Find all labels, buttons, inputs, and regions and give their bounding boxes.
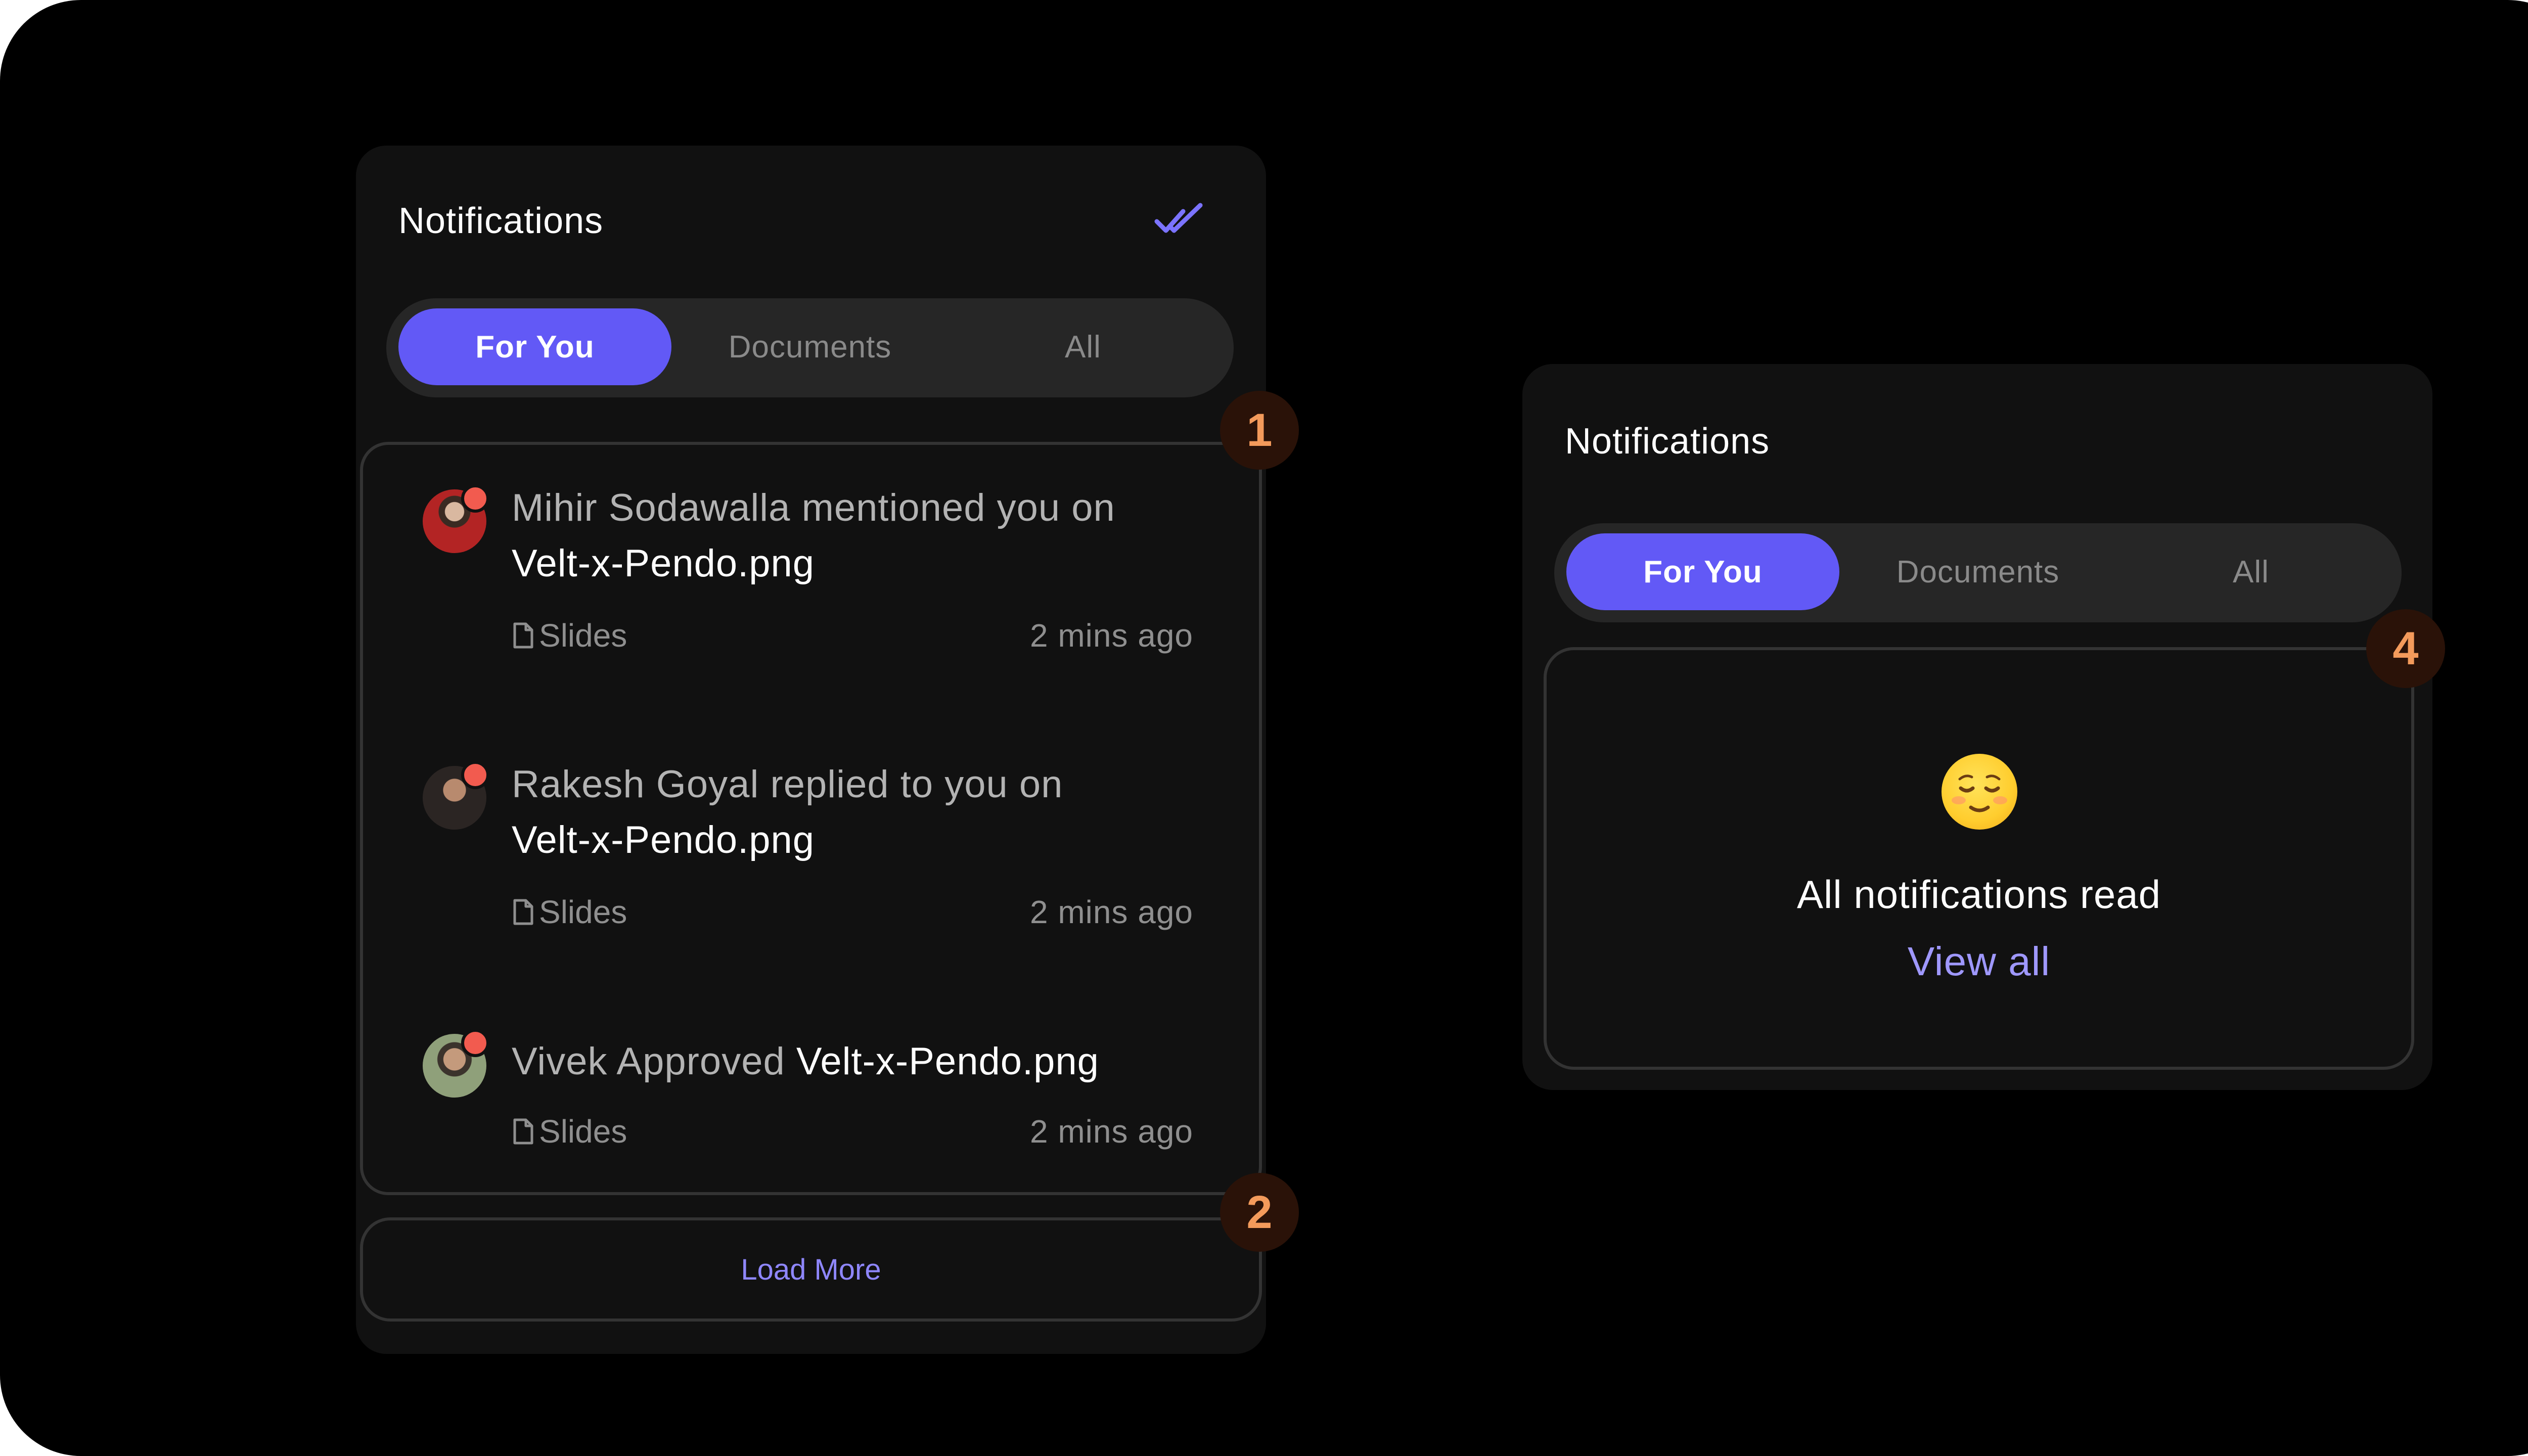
tab-bar: For You Documents All bbox=[1554, 523, 2402, 622]
step-badge: 2 bbox=[1220, 1173, 1299, 1252]
document-name: Slides bbox=[539, 1113, 627, 1150]
canvas: Notifications For You Documents All Mihi… bbox=[0, 0, 2528, 1456]
notification-text: Vivek Approved bbox=[512, 1040, 785, 1083]
step-badge: 1 bbox=[1220, 391, 1299, 470]
document-name: Slides bbox=[539, 617, 627, 654]
panel-title: Notifications bbox=[1565, 421, 1770, 462]
tab-all[interactable]: All bbox=[2114, 533, 2387, 610]
double-check-icon[interactable] bbox=[1154, 202, 1204, 238]
timestamp: 2 mins ago bbox=[1029, 1113, 1193, 1150]
load-more-button[interactable]: Load More bbox=[360, 1217, 1262, 1322]
tab-all[interactable]: All bbox=[946, 308, 1220, 385]
file-name[interactable]: Velt-x-Pendo.png bbox=[512, 818, 815, 861]
unread-dot bbox=[461, 761, 489, 789]
file-name[interactable]: Velt-x-Pendo.png bbox=[512, 542, 815, 585]
tab-for-you[interactable]: For You bbox=[398, 308, 671, 385]
notifications-panel-list: Notifications For You Documents All Mihi… bbox=[356, 146, 1266, 1354]
file-name[interactable]: Velt-x-Pendo.png bbox=[796, 1040, 1099, 1083]
timestamp: 2 mins ago bbox=[1029, 894, 1193, 930]
unread-dot bbox=[461, 1029, 489, 1057]
tab-documents[interactable]: Documents bbox=[1841, 533, 2114, 610]
tab-documents[interactable]: Documents bbox=[673, 308, 946, 385]
avatar bbox=[423, 761, 489, 830]
step-badge: 4 bbox=[2366, 609, 2445, 688]
notification-text: Mihir Sodawalla mentioned you on bbox=[512, 486, 1115, 529]
relieved-face-icon bbox=[1942, 754, 2017, 830]
empty-state-message: All notifications read bbox=[1796, 872, 2161, 917]
notification-text: Rakesh Goyal replied to you on bbox=[512, 763, 1063, 806]
timestamp: 2 mins ago bbox=[1029, 617, 1193, 654]
notifications-panel-empty: Notifications For You Documents All All … bbox=[1522, 364, 2432, 1090]
document-icon bbox=[513, 899, 533, 925]
document-icon bbox=[513, 622, 533, 649]
panel-title: Notifications bbox=[398, 201, 604, 241]
unread-dot bbox=[461, 484, 489, 513]
avatar bbox=[423, 1029, 489, 1098]
document-icon bbox=[513, 1118, 533, 1145]
empty-state: All notifications read View all bbox=[1544, 647, 2414, 1070]
notification-list: Mihir Sodawalla mentioned you on Velt-x-… bbox=[360, 442, 1262, 1195]
view-all-link[interactable]: View all bbox=[1547, 938, 2411, 985]
tab-bar: For You Documents All bbox=[386, 298, 1234, 397]
document-name: Slides bbox=[539, 894, 627, 930]
tab-for-you[interactable]: For You bbox=[1566, 533, 1839, 610]
avatar bbox=[423, 484, 489, 553]
